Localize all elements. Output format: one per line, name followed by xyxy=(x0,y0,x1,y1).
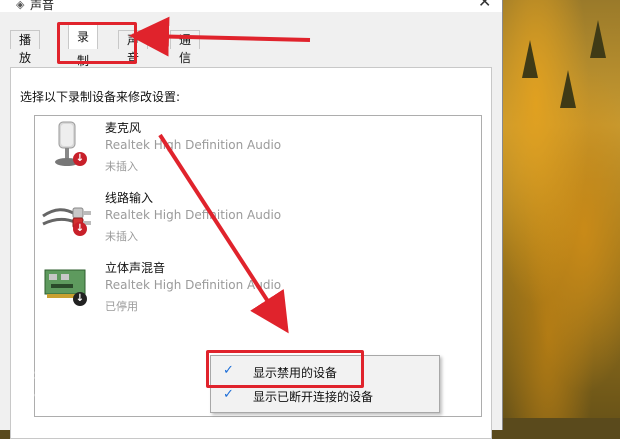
arrow-to-recording-tab xyxy=(129,16,311,57)
arrow-to-context-menu xyxy=(158,133,289,334)
annotation-arrows xyxy=(129,16,311,334)
